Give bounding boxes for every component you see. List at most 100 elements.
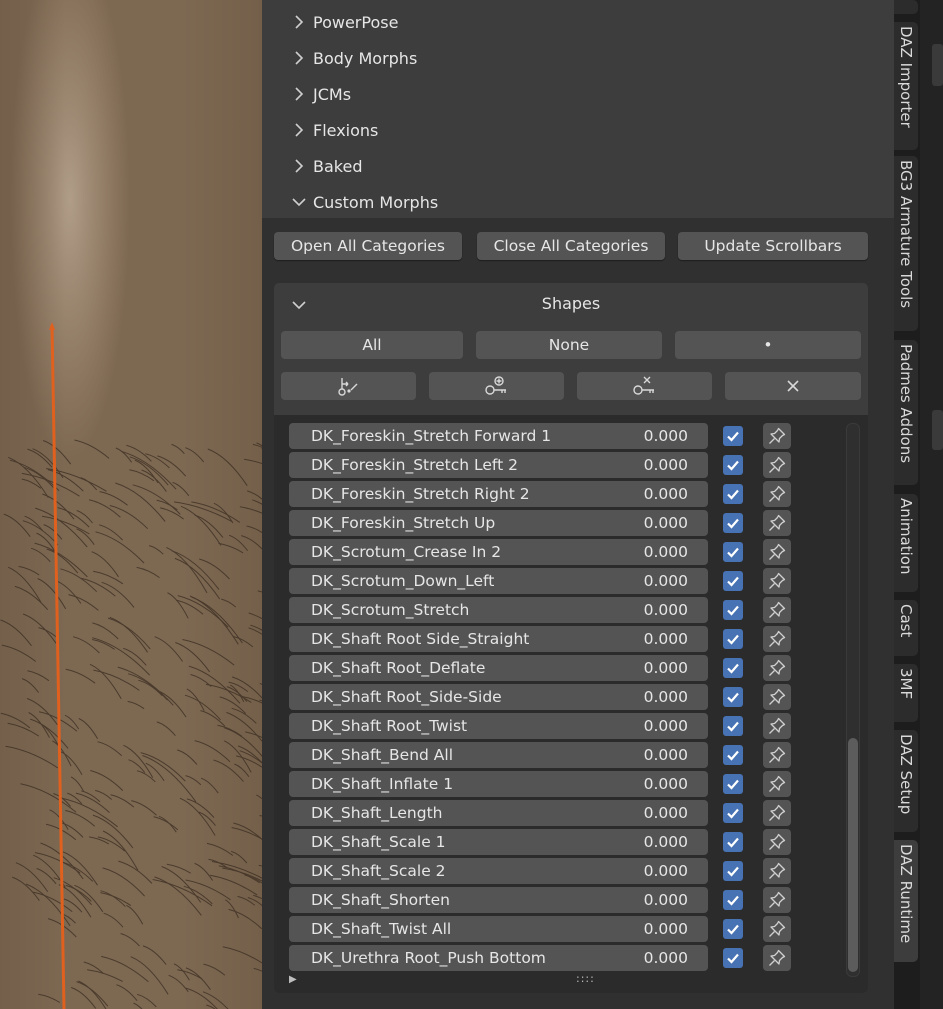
shape-value-slider[interactable]: DK_Shaft_Inflate 1 0.000 [289, 771, 708, 797]
remove-key-button[interactable] [577, 372, 712, 400]
add-driver-button[interactable] [281, 372, 416, 400]
shape-value-slider[interactable]: DK_Foreskin_Stretch Up 0.000 [289, 510, 708, 536]
pin-button[interactable] [763, 597, 791, 623]
shape-value-slider[interactable]: DK_Shaft_Twist All 0.000 [289, 916, 708, 942]
category-powerpose[interactable]: PowerPose [290, 4, 398, 40]
shape-enable-checkbox[interactable] [723, 455, 743, 475]
pin-button[interactable] [763, 539, 791, 565]
shape-enable-checkbox[interactable] [723, 803, 743, 823]
hair-strand [120, 933, 140, 947]
dot-button[interactable]: • [675, 331, 861, 359]
shape-value-slider[interactable]: DK_Scrotum_Stretch 0.000 [289, 597, 708, 623]
category-baked[interactable]: Baked [290, 148, 362, 184]
tab-3mf[interactable]: 3MF [894, 664, 918, 722]
shape-enable-checkbox[interactable] [723, 600, 743, 620]
tab-daz-setup[interactable]: DAZ Setup [894, 730, 918, 832]
close-all-categories-button[interactable]: Close All Categories [477, 232, 665, 260]
pin-button[interactable] [763, 858, 791, 884]
shape-value-slider[interactable]: DK_Scrotum_Down_Left 0.000 [289, 568, 708, 594]
add-key-button[interactable] [429, 372, 564, 400]
tab-daz-runtime[interactable]: DAZ Runtime [894, 840, 918, 962]
pin-button[interactable] [763, 481, 791, 507]
category-flexions[interactable]: Flexions [290, 112, 378, 148]
shape-enable-checkbox[interactable] [723, 542, 743, 562]
shape-enable-checkbox[interactable] [723, 629, 743, 649]
pin-icon [769, 456, 786, 473]
pin-button[interactable] [763, 916, 791, 942]
pin-button[interactable] [763, 626, 791, 652]
select-all-button[interactable]: All [281, 331, 463, 359]
pin-button[interactable] [763, 568, 791, 594]
hair-strand [74, 439, 110, 459]
update-scrollbars-button[interactable]: Update Scrollbars [678, 232, 868, 260]
shape-value-slider[interactable]: DK_Foreskin_Stretch Left 2 0.000 [289, 452, 708, 478]
pin-button[interactable] [763, 655, 791, 681]
pin-button[interactable] [763, 510, 791, 536]
tab-animation[interactable]: Animation [894, 494, 918, 592]
shape-enable-checkbox[interactable] [723, 774, 743, 794]
shape-enable-checkbox[interactable] [723, 890, 743, 910]
shape-enable-checkbox[interactable] [723, 426, 743, 446]
shape-list[interactable]: ▶ :::: DK_Foreskin_Stretch Forward 1 0.00… [274, 415, 868, 993]
tab-padmes-addons[interactable]: Padmes Addons [894, 340, 918, 485]
shape-value-slider[interactable]: DK_Shaft Root_Side-Side 0.000 [289, 684, 708, 710]
scrollbar-thumb[interactable] [848, 738, 858, 972]
shape-value-slider[interactable]: DK_Shaft_Shorten 0.000 [289, 887, 708, 913]
shape-enable-checkbox[interactable] [723, 716, 743, 736]
pin-button[interactable] [763, 887, 791, 913]
pin-button[interactable] [763, 800, 791, 826]
hair-strand [232, 635, 254, 648]
tab-cast[interactable]: Cast [894, 600, 918, 656]
category-body-morphs[interactable]: Body Morphs [290, 40, 417, 76]
3d-viewport[interactable] [0, 0, 262, 1009]
scrollbar[interactable] [846, 423, 860, 977]
tab-bg3-armature-tools[interactable]: BG3 Armature Tools [894, 156, 918, 331]
pin-button[interactable] [763, 713, 791, 739]
shape-value-slider[interactable]: DK_Scrotum_Crease In 2 0.000 [289, 539, 708, 565]
pin-button[interactable] [763, 742, 791, 768]
list-resize-grip[interactable]: :::: [576, 972, 595, 985]
shape-enable-checkbox[interactable] [723, 687, 743, 707]
select-none-button[interactable]: None [476, 331, 662, 359]
open-all-categories-button[interactable]: Open All Categories [274, 232, 462, 260]
shape-value-slider[interactable]: DK_Shaft_Length 0.000 [289, 800, 708, 826]
shape-value-slider[interactable]: DK_Shaft Root Side_Straight 0.000 [289, 626, 708, 652]
shape-enable-checkbox[interactable] [723, 919, 743, 939]
shape-enable-checkbox[interactable] [723, 658, 743, 678]
shape-value-slider[interactable]: DK_Urethra Root_Push Bottom 0.000 [289, 945, 708, 971]
pin-button[interactable] [763, 771, 791, 797]
list-options-arrow[interactable]: ▶ [289, 974, 297, 985]
shape-value-slider[interactable]: DK_Foreskin_Stretch Forward 1 0.000 [289, 423, 708, 449]
pin-button[interactable] [763, 829, 791, 855]
category-jcms[interactable]: JCMs [290, 76, 351, 112]
category-custom-morphs[interactable]: Custom Morphs [290, 184, 438, 220]
shape-value-slider[interactable]: DK_Shaft Root_Deflate 0.000 [289, 655, 708, 681]
hair-strand [221, 598, 237, 608]
pin-button[interactable] [763, 423, 791, 449]
shape-name: DK_Shaft Root_Deflate [311, 659, 486, 677]
shape-value-slider[interactable]: DK_Shaft_Bend All 0.000 [289, 742, 708, 768]
shape-value-slider[interactable]: DK_Shaft_Scale 1 0.000 [289, 829, 708, 855]
pin-button[interactable] [763, 945, 791, 971]
hair-strand [224, 727, 262, 757]
clear-button[interactable] [725, 372, 861, 400]
hair-strand [43, 524, 63, 540]
shape-value-slider[interactable]: DK_Foreskin_Stretch Right 2 0.000 [289, 481, 708, 507]
shape-row: DK_Scrotum_Down_Left 0.000 [289, 568, 791, 594]
shape-enable-checkbox[interactable] [723, 513, 743, 533]
shape-enable-checkbox[interactable] [723, 832, 743, 852]
shape-enable-checkbox[interactable] [723, 948, 743, 968]
shapes-header[interactable]: Shapes [274, 283, 868, 325]
shape-value-slider[interactable]: DK_Shaft Root_Twist 0.000 [289, 713, 708, 739]
shape-enable-checkbox[interactable] [723, 484, 743, 504]
pin-button[interactable] [763, 452, 791, 478]
tab-daz-importer[interactable]: DAZ Importer [894, 22, 918, 150]
shape-enable-checkbox[interactable] [723, 571, 743, 591]
shape-value-slider[interactable]: DK_Shaft_Scale 2 0.000 [289, 858, 708, 884]
tab-top-fragment[interactable] [894, 0, 918, 14]
pin-button[interactable] [763, 684, 791, 710]
shape-row: DK_Shaft_Length 0.000 [289, 800, 791, 826]
shape-enable-checkbox[interactable] [723, 745, 743, 765]
hair-strand [94, 789, 113, 800]
shape-enable-checkbox[interactable] [723, 861, 743, 881]
